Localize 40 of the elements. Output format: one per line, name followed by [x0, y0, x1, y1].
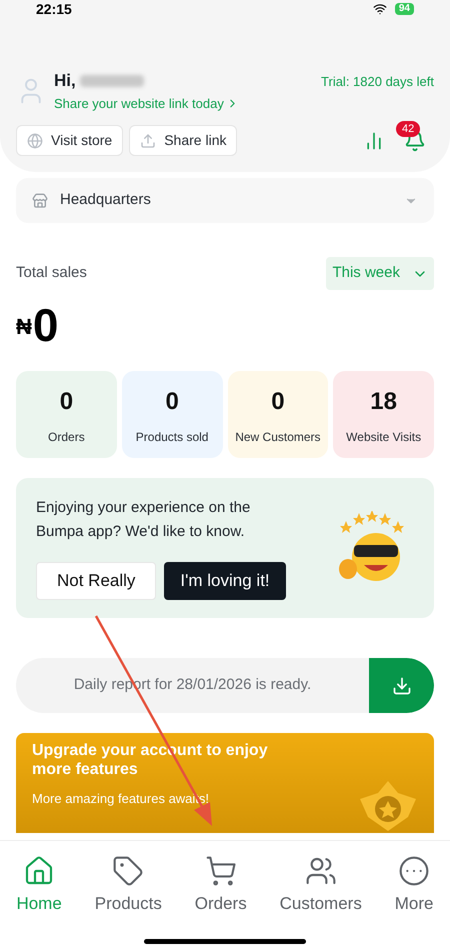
nav-tab[interactable]: Products: [94, 855, 162, 916]
feedback-question: Enjoying your experience on the Bumpa app? We'd like to know.: [36, 498, 252, 542]
feedback-button[interactable]: Not Really: [36, 562, 156, 600]
people-icon: [304, 855, 337, 887]
header-button[interactable]: Visit store: [16, 125, 124, 156]
status-time: 22:15: [36, 2, 72, 16]
more-icon: [398, 855, 430, 887]
sales-amount: 0: [32, 302, 58, 348]
stat-value: 18: [370, 386, 397, 416]
stat-label: Website Visits: [346, 428, 422, 446]
stat-label: Products sold: [136, 428, 208, 446]
nav-tab[interactable]: Home: [16, 855, 62, 916]
total-sales-label: Total sales: [16, 263, 87, 284]
nav-tab[interactable]: Orders: [194, 855, 247, 916]
nav-tab[interactable]: More: [394, 855, 434, 916]
upgrade-title: Upgrade your account to enjoy more features: [32, 741, 269, 779]
stat-label: New Customers: [235, 428, 321, 446]
cart-icon: [204, 855, 237, 887]
download-button[interactable]: [369, 658, 434, 713]
feedback-button[interactable]: I'm loving it!: [164, 562, 286, 600]
battery-level: 94: [394, 2, 414, 14]
trial-days-left: Trial: 1820 days left: [321, 73, 434, 91]
nav-tab[interactable]: Customers: [280, 855, 362, 916]
stat-value: 0: [165, 386, 179, 416]
download-icon: [392, 676, 412, 696]
upload-icon: [140, 132, 156, 148]
star-badge-icon: [358, 781, 418, 831]
stat-label: Orders: [48, 428, 85, 446]
currency-symbol: ₦: [16, 313, 32, 341]
globe-icon: [27, 132, 43, 148]
share-website-link[interactable]: Share your website link today: [54, 94, 239, 113]
store-select[interactable]: Headquarters: [16, 178, 434, 223]
stat-value: 0: [271, 386, 285, 416]
greeting: Hi,: [54, 70, 76, 92]
tag-icon: [112, 855, 144, 887]
header-button[interactable]: Share link: [129, 125, 238, 156]
wifi-icon: [372, 2, 387, 16]
notification-count: 42: [396, 120, 420, 136]
stat-value: 0: [60, 386, 74, 416]
store-icon: [32, 192, 48, 208]
